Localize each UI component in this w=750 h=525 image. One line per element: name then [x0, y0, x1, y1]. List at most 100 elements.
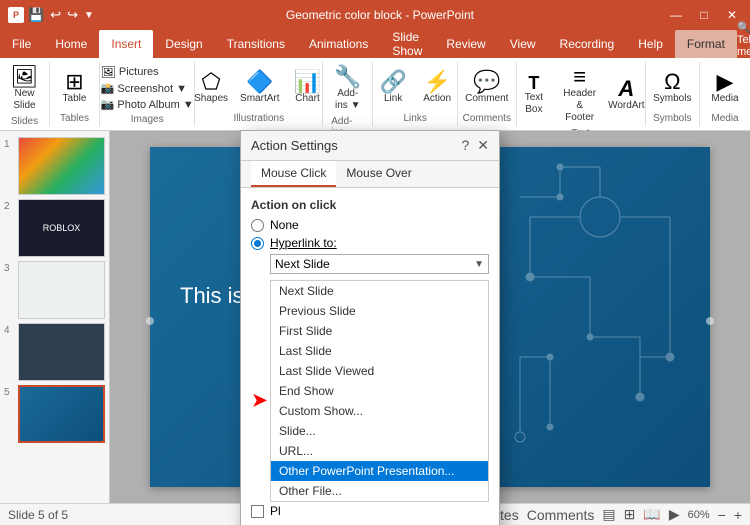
menu-item-lastviewed[interactable]: Last Slide Viewed — [271, 361, 488, 381]
photo-album-button[interactable]: 📷 Photo Album ▼ — [99, 97, 196, 112]
tab-transitions[interactable]: Transitions — [215, 30, 297, 58]
save-icon[interactable]: 💾 — [28, 7, 44, 23]
slide-thumb-5[interactable]: 5 — [4, 385, 105, 443]
new-slide-button[interactable]: 🖼 NewSlide — [5, 64, 45, 114]
pictures-icon: 🖼 — [101, 65, 116, 79]
tab-home[interactable]: Home — [43, 30, 99, 58]
menu-item-customshow[interactable]: Custom Show... — [271, 401, 488, 421]
maximize-button[interactable]: □ — [694, 8, 714, 22]
slide-thumb-1[interactable]: 1 — [4, 137, 105, 195]
zoom-level: 60% — [688, 509, 710, 521]
menu-item-nextslide[interactable]: Next Slide — [271, 281, 488, 301]
title-bar: P 💾 ↩ ↪ ▼ Geometric color block - PowerP… — [0, 0, 750, 30]
action-icon: ⚡ — [423, 71, 450, 93]
link-button[interactable]: 🔗 Link — [373, 69, 413, 107]
ribbon-group-tables: ⊞ Table Tables — [50, 62, 100, 126]
screenshot-button[interactable]: 📸 Screenshot ▼ — [99, 81, 189, 96]
tab-design[interactable]: Design — [153, 30, 214, 58]
hyperlink-menu-list: Next Slide Previous Slide First Slide La… — [270, 280, 489, 502]
photo-album-label: 📷 Photo Album ▼ — [101, 98, 194, 111]
radio-hyperlink[interactable] — [251, 237, 264, 250]
slide-thumb-4[interactable]: 4 — [4, 323, 105, 381]
action-button[interactable]: ⚡ Action — [417, 69, 457, 107]
comments-button[interactable]: Comments — [527, 507, 595, 523]
option-hyperlink[interactable]: Hyperlink to: — [251, 236, 489, 250]
new-slide-icon: 🖼 — [11, 66, 39, 88]
comment-icon: 💬 — [473, 71, 500, 93]
menu-item-otherfile[interactable]: Other File... — [271, 481, 488, 501]
tab-animations[interactable]: Animations — [297, 30, 380, 58]
option-none[interactable]: None — [251, 218, 489, 232]
smartart-button[interactable]: 🔷 SmartArt — [236, 69, 283, 107]
shapes-button[interactable]: ⬠ Shapes — [190, 69, 232, 107]
play-sound-checkbox[interactable] — [251, 505, 264, 518]
radio-none[interactable] — [251, 219, 264, 232]
media-button[interactable]: ▶ Media — [705, 69, 745, 107]
normal-view-icon[interactable]: ▤ — [602, 506, 615, 523]
menu-item-lastslide[interactable]: Last Slide — [271, 341, 488, 361]
tab-file[interactable]: File — [0, 30, 43, 58]
dialog-tab-mouseover[interactable]: Mouse Over — [336, 161, 421, 187]
slide-thumb-3[interactable]: 3 — [4, 261, 105, 319]
slide-panel: 1 2 ROBLOX 3 4 5 — [0, 131, 110, 503]
slideshow-icon[interactable]: ▶ — [669, 506, 680, 523]
menu-item-url[interactable]: URL... — [271, 441, 488, 461]
link-label: Link — [384, 93, 402, 105]
comment-label: Comment — [465, 93, 508, 105]
tell-me[interactable]: 🔍 Tell me — [737, 21, 750, 58]
tab-format[interactable]: Format — [675, 30, 737, 58]
ribbon-group-text: T TextBox ≡ Header& Footer A WordArt Tex… — [517, 62, 646, 126]
dialog-body: Action on click None Hyperlink to: Next … — [241, 188, 499, 525]
symbols-icon: Ω — [664, 71, 680, 93]
tab-insert[interactable]: Insert — [99, 30, 153, 58]
textbox-button[interactable]: T TextBox — [514, 72, 554, 118]
wordart-button[interactable]: A WordArt — [605, 76, 647, 114]
menu-item-slide[interactable]: Slide... — [271, 421, 488, 441]
minimize-button[interactable]: — — [666, 8, 686, 22]
comment-button[interactable]: 💬 Comment — [461, 69, 512, 107]
slide-image-3 — [18, 261, 105, 319]
zoom-out-icon[interactable]: − — [718, 507, 726, 523]
ribbon: File Home Insert Design Transitions Anim… — [0, 30, 750, 131]
reading-view-icon[interactable]: 📖 — [643, 506, 660, 523]
header-footer-button[interactable]: ≡ Header& Footer — [558, 64, 602, 126]
menu-item-endshow[interactable]: End Show — [271, 381, 488, 401]
slide-num-1: 1 — [4, 137, 14, 150]
checkbox-label: Pl — [270, 504, 281, 518]
hyperlink-dropdown[interactable]: Next Slide ▼ — [270, 254, 489, 274]
addins-button[interactable]: 🔧 Add-ins ▼ — [328, 64, 368, 114]
dialog-help-button[interactable]: ? — [461, 137, 469, 154]
chart-button[interactable]: 📊 Chart — [288, 69, 328, 107]
symbols-button[interactable]: Ω Symbols — [649, 69, 695, 107]
ribbon-group-media: ▶ Media Media — [700, 62, 750, 126]
ribbon-group-addins: 🔧 Add-ins ▼ Add-ins — [323, 62, 373, 126]
shapes-icon: ⬠ — [202, 71, 221, 93]
wordart-icon: A — [618, 78, 634, 100]
customize-icon[interactable]: ▼ — [84, 10, 94, 21]
tab-review[interactable]: Review — [434, 30, 497, 58]
dialog-tab-mouseclick[interactable]: Mouse Click — [251, 161, 336, 187]
zoom-in-icon[interactable]: + — [734, 507, 742, 523]
tab-help[interactable]: Help — [626, 30, 675, 58]
dialog-close-button[interactable]: ✕ — [477, 137, 489, 154]
table-button[interactable]: ⊞ Table — [55, 69, 95, 107]
menu-item-prevslide[interactable]: Previous Slide — [271, 301, 488, 321]
action-on-click-label: Action on click — [251, 198, 489, 212]
pictures-button[interactable]: 🖼 Pictures — [99, 64, 161, 80]
status-right: Notes Comments ▤ ⊞ 📖 ▶ 60% − + — [482, 506, 742, 523]
tab-recording[interactable]: Recording — [548, 30, 627, 58]
close-button[interactable]: ✕ — [722, 8, 742, 22]
tab-slideshow[interactable]: Slide Show — [380, 30, 434, 58]
slide-sorter-icon[interactable]: ⊞ — [624, 506, 636, 523]
tab-view[interactable]: View — [498, 30, 548, 58]
slide-image-4 — [18, 323, 105, 381]
dialog-controls: ? ✕ — [461, 137, 489, 154]
menu-item-firstslide[interactable]: First Slide — [271, 321, 488, 341]
menu-item-otherppt[interactable]: Other PowerPoint Presentation... — [271, 461, 488, 481]
slide-thumb-2[interactable]: 2 ROBLOX — [4, 199, 105, 257]
redo-icon[interactable]: ↪ — [67, 7, 78, 23]
undo-icon[interactable]: ↩ — [50, 7, 61, 23]
ribbon-group-illustrations: ⬠ Shapes 🔷 SmartArt 📊 Chart Illustration… — [195, 62, 323, 126]
ribbon-content: 🖼 NewSlide Slides ⊞ Table Tables 🖼 — [0, 58, 750, 130]
window-controls: — □ ✕ — [666, 8, 742, 22]
